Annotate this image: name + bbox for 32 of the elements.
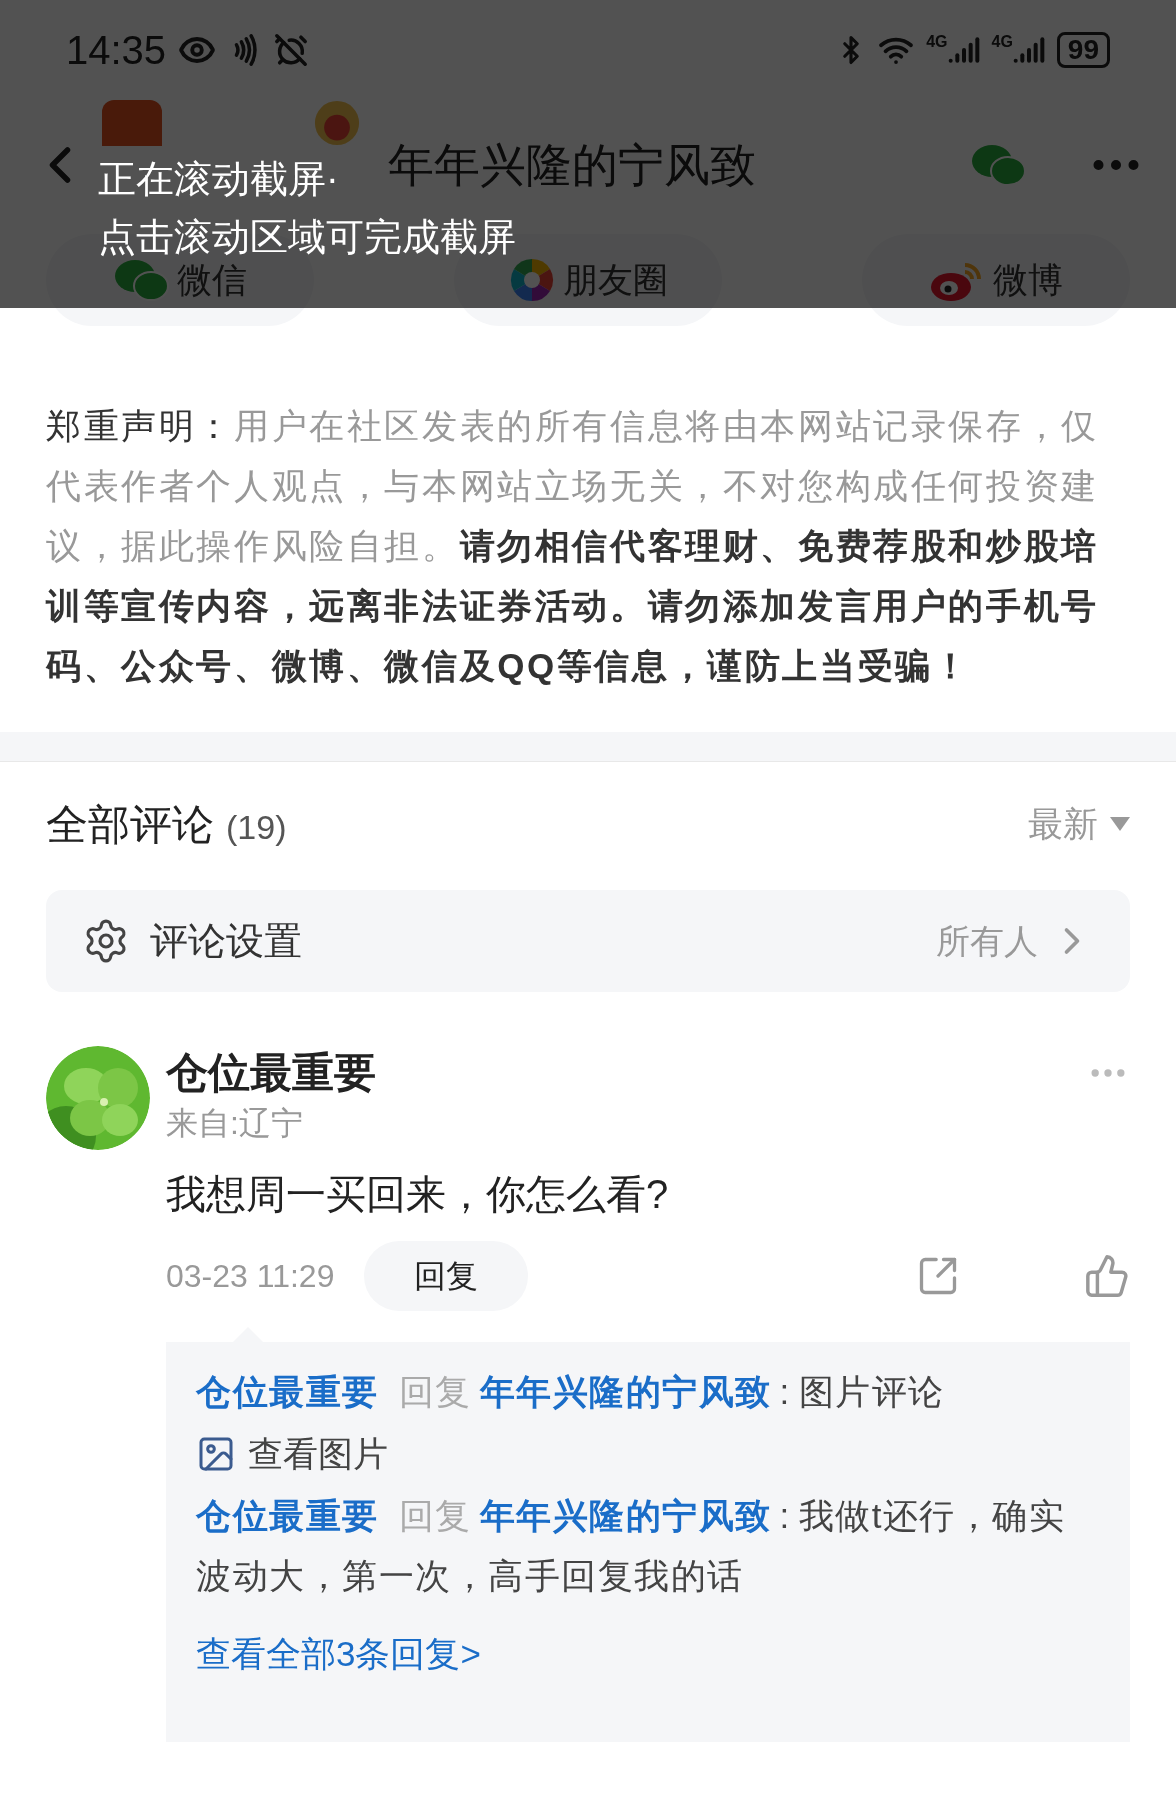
caret-icon [1110, 817, 1130, 831]
signal-icon [1012, 34, 1045, 66]
comment-author: 仓位最重要 [166, 1048, 376, 1098]
view-image-link[interactable]: 查看图片 [196, 1430, 388, 1478]
signal-icon [947, 34, 980, 66]
settings-label: 评论设置 [150, 918, 302, 964]
author-link[interactable]: 仓位最重要 [196, 1496, 379, 1535]
like-icon[interactable] [1084, 1253, 1130, 1299]
alarm-off-icon [274, 33, 309, 67]
network-label: 4G [926, 34, 948, 50]
battery-indicator: 99 [1056, 32, 1110, 68]
sort-dropdown[interactable]: 最新 [1028, 797, 1130, 851]
reply-text: 仓位最重要 回复 年年兴隆的宁风致 : 我做t还行，确实波动大，第一次，高手回复我的话 [196, 1495, 1067, 1597]
network-label: 4G [991, 34, 1013, 50]
comment-settings-row[interactable]: 评论设置 所有人 [46, 890, 1130, 992]
section-title: 全部评论 [46, 799, 214, 850]
disclaimer-text: 郑重声明：用户在社区发表的所有信息将由本网站记录保存，仅代表作者个人观点，与本网站立场无关，不对您构成任何投资建议，据此操作风险自担。请勿相信代客理财、免费荐股和炒股培训等宣传内容，远离非法证券活动。请勿添加发言用户的手机号码、公众号、微博、微信及QQ等信息，谨防上当受骗！ [46, 405, 1100, 687]
reply-button[interactable]: 回复 [364, 1241, 529, 1311]
settings-value: 所有人 [936, 920, 1038, 962]
comment-time: 03-23 11:29 [166, 1257, 335, 1296]
author-link[interactable]: 年年兴隆的宁风致 [479, 1372, 772, 1411]
toast-text: 正在滚动截屏· [98, 157, 339, 202]
clock-time: 14:35 [66, 27, 167, 74]
aperture-icon [508, 257, 555, 303]
reply-text: 仓位最重要 回复 年年兴隆的宁风致 : 图片评论 [196, 1371, 946, 1413]
author-link[interactable]: 仓位最重要 [196, 1372, 379, 1411]
view-all-replies-link[interactable]: 查看全部3条回复> [196, 1624, 481, 1684]
author-link[interactable]: 年年兴隆的宁风致 [479, 1496, 772, 1535]
comment-location: 来自:辽宁 [166, 1104, 304, 1143]
comment-text: 我想周一买回来，你怎么看? [166, 1171, 670, 1218]
page-title: 年年兴隆的宁风致 [388, 137, 756, 193]
comment-count: (19) [226, 806, 287, 848]
